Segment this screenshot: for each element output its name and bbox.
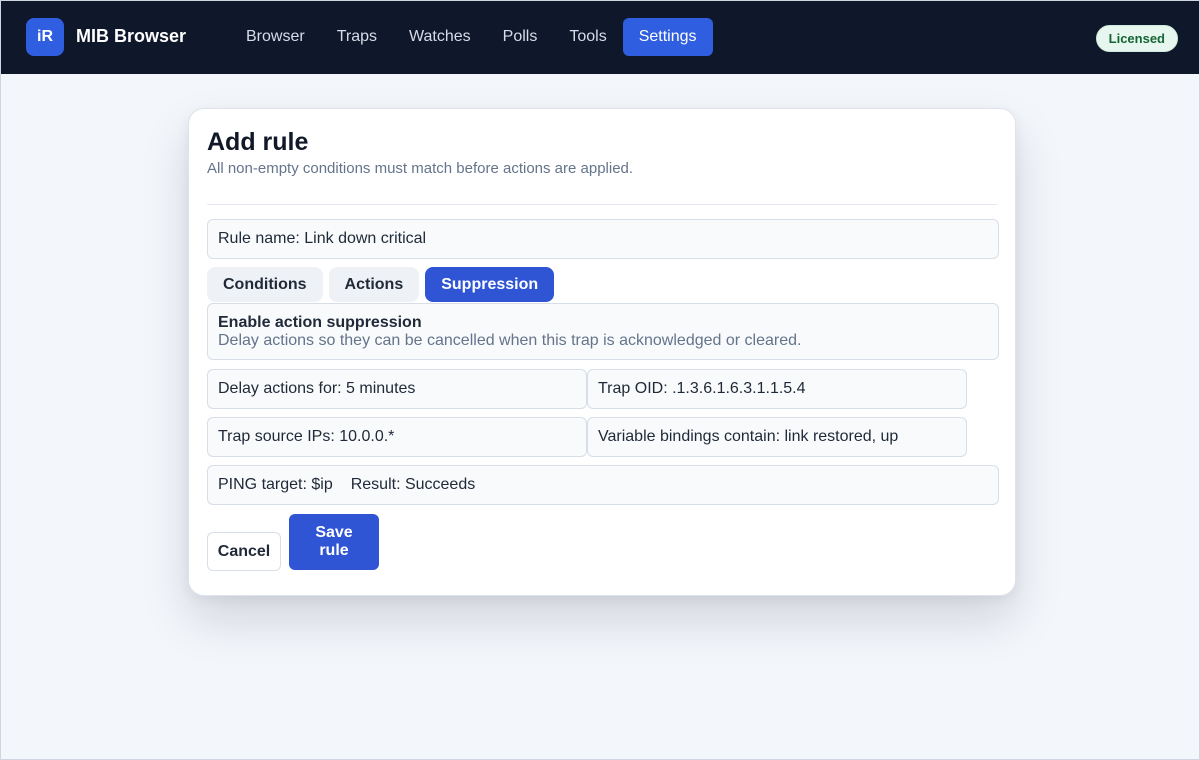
varbinds-field[interactable]: Variable bindings contain: link restored… <box>587 417 967 457</box>
tab-suppression[interactable]: Suppression <box>425 267 555 302</box>
app-title: MIB Browser <box>76 26 187 46</box>
suppression-title: Enable action suppression <box>218 314 422 331</box>
ping-row: PING target: $ip Result: Succeeds <box>207 465 999 505</box>
tab-conditions[interactable]: Conditions <box>207 267 323 302</box>
nav-item-traps[interactable]: Traps <box>321 18 393 56</box>
top-bar: iR MIB Browser Browser Traps Watches Pol… <box>1 1 1199 74</box>
rule-tabs: Conditions Actions Suppression <box>207 267 555 302</box>
add-rule-dialog: Add rule All non-empty conditions must m… <box>188 108 1016 596</box>
dialog-subtitle: All non-empty conditions must match befo… <box>207 160 634 177</box>
source-ips-field[interactable]: Trap source IPs: 10.0.0.* <box>207 417 587 457</box>
suppression-description: Delay actions so they can be cancelled w… <box>218 332 802 349</box>
tab-actions[interactable]: Actions <box>328 267 420 302</box>
trap-oid-field[interactable]: Trap OID: .1.3.6.1.6.3.1.1.5.4 <box>587 369 967 409</box>
nav-item-polls[interactable]: Polls <box>487 18 554 56</box>
ping-target-field[interactable]: PING target: $ip <box>218 476 333 494</box>
nav-item-watches[interactable]: Watches <box>393 18 487 56</box>
license-badge: Licensed <box>1095 25 1178 52</box>
save-rule-button[interactable]: Save rule <box>289 514 379 570</box>
suppression-toggle[interactable]: Enable action suppression Delay actions … <box>207 303 999 360</box>
ping-result-field[interactable]: Result: Succeeds <box>351 476 476 494</box>
divider <box>207 204 997 205</box>
cancel-button[interactable]: Cancel <box>207 532 281 571</box>
app-window: iR MIB Browser Browser Traps Watches Pol… <box>0 0 1200 760</box>
nav-item-browser[interactable]: Browser <box>230 18 321 56</box>
dialog-title: Add rule <box>207 128 309 156</box>
app-logo-icon: iR <box>26 18 64 56</box>
nav-item-tools[interactable]: Tools <box>553 18 622 56</box>
nav-item-settings[interactable]: Settings <box>622 18 713 56</box>
delay-field[interactable]: Delay actions for: 5 minutes <box>207 369 587 409</box>
main-nav: Browser Traps Watches Polls Tools Settin… <box>230 18 713 56</box>
rule-name-field[interactable]: Rule name: Link down critical <box>207 219 999 259</box>
